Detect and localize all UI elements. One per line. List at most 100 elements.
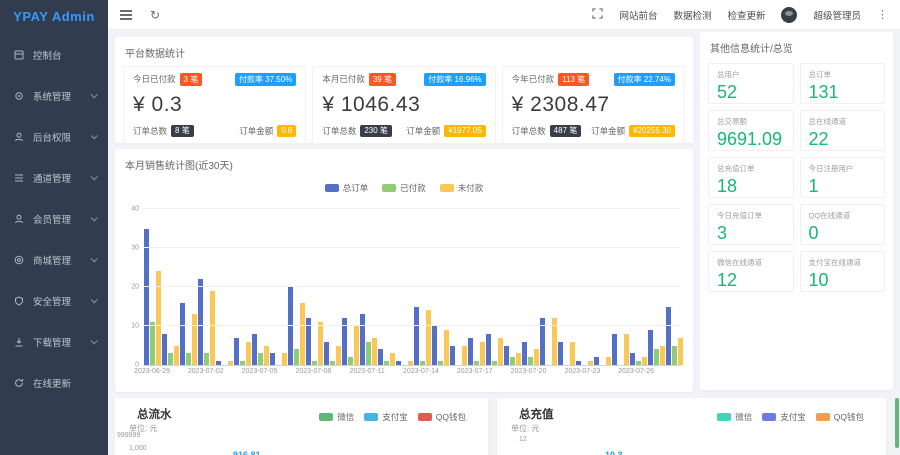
- overview-box-total-users: 总用户 52: [708, 63, 794, 104]
- more-menu-icon[interactable]: ⋮: [877, 8, 888, 21]
- legend-item-qq-wallet[interactable]: QQ钱包: [418, 411, 466, 423]
- bar-总订单: [630, 353, 635, 365]
- sidebar-item-dashboard[interactable]: 控制台: [0, 34, 108, 75]
- data-point-label: 916.81: [233, 450, 261, 455]
- sidebar-item-security[interactable]: 安全管理: [0, 280, 108, 321]
- topbar-link-site-front[interactable]: 网站前台: [619, 8, 657, 22]
- legend-item-alipay[interactable]: 支付宝: [762, 411, 806, 423]
- bar-chart-plot-area: 2023-06-292023-07-022023-07-052023-07-08…: [143, 209, 681, 366]
- sidebar-item-label: 系统管理: [33, 89, 71, 103]
- legend-label: 支付宝: [780, 411, 806, 423]
- bar-总订单: [666, 307, 671, 366]
- legend-item-alipay[interactable]: 支付宝: [364, 411, 408, 423]
- stat-cards-row: 今日已付款 3 笔 付款率 37.50% ¥ 0.3 订单总数 8 笔 订单金额…: [115, 66, 693, 144]
- sidebar-item-permissions[interactable]: 后台权限: [0, 116, 108, 157]
- bar-已付款: [168, 353, 173, 365]
- legend-label: 支付宝: [382, 411, 408, 423]
- overview-value: 12: [717, 270, 785, 291]
- count-badge: 39 笔: [369, 73, 396, 86]
- bar-已付款: [474, 361, 479, 365]
- legend-item-wechat[interactable]: 微信: [717, 411, 752, 423]
- gridline: [143, 325, 681, 326]
- bar-未付款: [588, 361, 593, 365]
- sidebar-item-label: 商城管理: [33, 253, 71, 267]
- monthly-sales-chart-panel: 本月销售统计图(近30天) 总订单 已付款 未付款 2023-06-292023…: [115, 149, 693, 392]
- legend-item-paid[interactable]: 已付款: [382, 182, 426, 194]
- overview-label: QQ在线通道: [809, 210, 877, 221]
- chart-legend: 微信 支付宝 QQ钱包: [319, 411, 466, 423]
- overview-label: 微信在线通道: [717, 257, 785, 268]
- legend-label: 未付款: [458, 182, 484, 194]
- bar-总订单: [270, 353, 275, 365]
- bar-未付款: [570, 342, 575, 365]
- sidebar-item-members[interactable]: 会员管理: [0, 198, 108, 239]
- bar-未付款: [336, 346, 341, 366]
- bar-group: [485, 209, 503, 365]
- legend-label: QQ钱包: [834, 411, 864, 423]
- legend-label: 总订单: [343, 182, 369, 194]
- orders-label: 订单总数: [133, 125, 167, 137]
- refresh-icon[interactable]: ↻: [150, 9, 160, 21]
- chevron-down-icon: [91, 255, 98, 262]
- menu-toggle-icon[interactable]: [120, 14, 132, 16]
- legend-swatch: [440, 184, 454, 192]
- sidebar-item-mall[interactable]: 商城管理: [0, 239, 108, 280]
- x-axis-tick: 2023-06-29: [134, 368, 170, 375]
- overview-box-wechat-channels: 微信在线通道 12: [708, 251, 794, 292]
- pay-rate-badge: 付款率 16.96%: [424, 73, 485, 86]
- sidebar-item-label: 会员管理: [33, 212, 71, 226]
- chart-legend: 总订单 已付款 未付款: [115, 182, 693, 194]
- bar-总订单: [486, 334, 491, 365]
- legend-swatch: [816, 413, 830, 421]
- bar-group: [395, 209, 413, 365]
- paid-amount: ¥ 2308.47: [512, 93, 675, 117]
- overview-box-today-recharge: 今日充值订单 3: [708, 204, 794, 245]
- bar-未付款: [642, 357, 647, 365]
- sidebar-item-system[interactable]: 系统管理: [0, 75, 108, 116]
- legend-swatch: [762, 413, 776, 421]
- sidebar-item-label: 后台权限: [33, 130, 71, 144]
- bar-group: [215, 209, 233, 365]
- pay-rate-badge: 付款率 22.74%: [614, 73, 675, 86]
- x-axis-tick: 2023-07-20: [511, 368, 547, 375]
- unit-label: 单位: 元: [115, 423, 488, 434]
- topbar-link-data-check[interactable]: 数据检测: [673, 8, 711, 22]
- legend-item-qq-wallet[interactable]: QQ钱包: [816, 411, 864, 423]
- legend-item-wechat[interactable]: 微信: [319, 411, 354, 423]
- topbar-link-check-update[interactable]: 检查更新: [727, 8, 765, 22]
- bar-已付款: [312, 361, 317, 365]
- overview-label: 总用户: [717, 69, 785, 80]
- bar-已付款: [204, 353, 209, 365]
- sidebar-item-download[interactable]: 下载管理: [0, 321, 108, 362]
- fullscreen-icon[interactable]: [592, 8, 603, 21]
- avatar[interactable]: [781, 7, 797, 23]
- bar-未付款: [678, 338, 683, 365]
- data-point-label: 10.3: [605, 450, 623, 455]
- order-amount-label: 订单金额: [591, 125, 625, 137]
- panel-title: 平台数据统计: [115, 37, 693, 66]
- legend-item-total-orders[interactable]: 总订单: [325, 182, 369, 194]
- username[interactable]: 超级管理员: [813, 8, 861, 22]
- download-icon: [14, 336, 26, 347]
- bar-未付款: [462, 346, 467, 366]
- bar-未付款: [228, 361, 233, 365]
- sidebar-item-update[interactable]: 在线更新: [0, 362, 108, 403]
- orders-label: 订单总数: [512, 125, 546, 137]
- bar-group: [503, 209, 521, 365]
- orders-count-badge: 230 笔: [360, 125, 392, 138]
- stat-card-year: 今年已付款 113 笔 付款率 22.74% ¥ 2308.47 订单总数 48…: [502, 66, 685, 144]
- sidebar-item-channels[interactable]: 通道管理: [0, 157, 108, 198]
- bar-group: [161, 209, 179, 365]
- scrollbar-thumb[interactable]: [895, 398, 899, 448]
- legend-label: 微信: [735, 411, 752, 423]
- unit-label: 单位: 元: [497, 423, 886, 434]
- bar-group: [179, 209, 197, 365]
- bar-总订单: [216, 361, 221, 365]
- legend-item-unpaid[interactable]: 未付款: [440, 182, 484, 194]
- bar-未付款: [192, 314, 197, 365]
- gridline: [143, 286, 681, 287]
- period-label: 今日已付款: [133, 73, 176, 85]
- user-icon: [14, 131, 26, 142]
- bar-group: [665, 209, 683, 365]
- bar-group: [431, 209, 449, 365]
